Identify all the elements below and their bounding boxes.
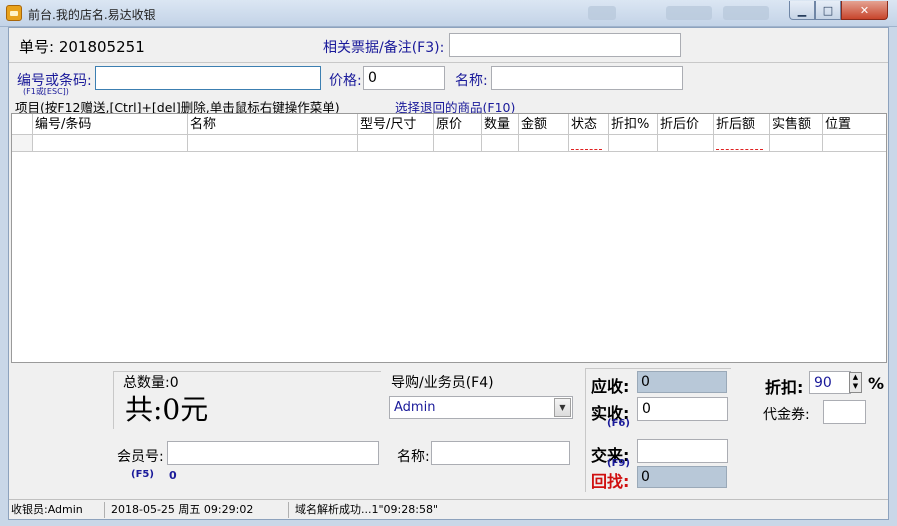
- close-button[interactable]: ✕: [841, 1, 888, 20]
- table-cell[interactable]: [569, 135, 609, 152]
- price-input[interactable]: 0: [363, 66, 445, 90]
- table-cell[interactable]: [609, 135, 658, 152]
- paid-hotkey: (F6): [607, 418, 630, 429]
- discount-unit: %: [868, 374, 885, 393]
- title-ghost-3: [723, 6, 769, 20]
- minimize-button[interactable]: ▁: [789, 1, 815, 20]
- table-cell[interactable]: [714, 135, 770, 152]
- table-cell[interactable]: [770, 135, 823, 152]
- member-input[interactable]: [167, 441, 379, 465]
- order-number: 201805251: [58, 38, 145, 56]
- row-header[interactable]: [12, 135, 33, 152]
- column-header[interactable]: 原价: [434, 114, 482, 135]
- name-label: 名称:: [455, 73, 488, 89]
- member-label: 会员号:: [117, 449, 164, 465]
- table-cell[interactable]: [188, 135, 358, 152]
- minimize-icon: ▁: [797, 3, 807, 17]
- salesperson-value: Admin: [394, 400, 436, 415]
- chevron-down-icon[interactable]: ▼: [554, 398, 571, 417]
- column-header[interactable]: 折扣%: [609, 114, 658, 135]
- column-header[interactable]: 数量: [482, 114, 519, 135]
- column-header[interactable]: 实售额: [770, 114, 823, 135]
- order-number-label: 单号: 201805251: [19, 38, 145, 56]
- table-cell[interactable]: [658, 135, 714, 152]
- voucher-label: 代金券:: [763, 407, 810, 423]
- title-ghost-1: [588, 6, 616, 20]
- title-bar: 前台.我的店名.易达收银 ▁ □ ✕: [0, 0, 897, 27]
- paid-input[interactable]: 0: [637, 397, 728, 421]
- column-header[interactable]: 编号/条码: [33, 114, 188, 135]
- window-title: 前台.我的店名.易达收银: [28, 8, 156, 22]
- maximize-button[interactable]: □: [815, 1, 841, 20]
- code-hotkey-hint: (F1或[ESC]): [23, 87, 69, 96]
- change-value: 0: [637, 466, 727, 488]
- voucher-input[interactable]: [823, 400, 866, 424]
- receivable-label: 应收:: [591, 377, 630, 396]
- discount-label: 折扣:: [765, 378, 804, 397]
- column-header[interactable]: 状态: [569, 114, 609, 135]
- table-cell[interactable]: [823, 135, 886, 152]
- items-table[interactable]: 编号/条码 名称 型号/尺寸 原价 数量 金额 状态 折扣% 折后价 折后额 实…: [11, 113, 887, 363]
- price-label: 价格:: [329, 73, 362, 89]
- change-label: 回找:: [591, 472, 630, 491]
- maximize-icon: □: [822, 3, 834, 17]
- notes-label: 相关票据/备注(F3):: [323, 40, 445, 56]
- column-header[interactable]: 名称: [188, 114, 358, 135]
- column-header[interactable]: 折后价: [658, 114, 714, 135]
- title-ghost-2: [666, 6, 712, 20]
- table-cell[interactable]: [482, 135, 519, 152]
- notes-input[interactable]: [449, 33, 681, 57]
- member-name-input[interactable]: [431, 441, 570, 465]
- status-message: 域名解析成功...1"09:28:58": [295, 503, 439, 516]
- member-name-label: 名称:: [397, 449, 430, 465]
- column-header[interactable]: 金额: [519, 114, 569, 135]
- app-icon: [6, 5, 22, 21]
- discount-spinner[interactable]: ▲ ▼: [849, 372, 862, 393]
- name-input[interactable]: [491, 66, 683, 90]
- close-icon: ✕: [859, 3, 870, 17]
- column-header[interactable]: 位置: [823, 114, 886, 135]
- status-bar: 收银员:Admin 2018-05-25 周五 09:29:02 域名解析成功.…: [9, 499, 888, 519]
- tendered-input[interactable]: [637, 439, 728, 463]
- salesperson-label: 导购/业务员(F4): [391, 375, 494, 391]
- table-cell[interactable]: [33, 135, 188, 152]
- row-header-corner: [12, 114, 33, 135]
- code-input[interactable]: [95, 66, 321, 90]
- member-hotkey: (F5): [131, 469, 154, 480]
- salesperson-select[interactable]: Admin ▼: [389, 396, 573, 419]
- status-datetime: 2018-05-25 周五 09:29:02: [109, 502, 289, 518]
- column-header[interactable]: 型号/尺寸: [358, 114, 434, 135]
- member-points: 0: [169, 469, 177, 482]
- table-cell[interactable]: [358, 135, 434, 152]
- status-cashier: 收银员:Admin: [9, 502, 105, 518]
- main-window: 单号: 201805251 相关票据/备注(F3): 编号或条码: (F1或[E…: [8, 27, 889, 520]
- total-amount: 共:0元: [125, 393, 209, 426]
- table-cell[interactable]: [519, 135, 569, 152]
- table-cell[interactable]: [434, 135, 482, 152]
- column-header[interactable]: 折后额: [714, 114, 770, 135]
- discount-input[interactable]: 90: [809, 371, 851, 394]
- receivable-value: 0: [637, 371, 727, 393]
